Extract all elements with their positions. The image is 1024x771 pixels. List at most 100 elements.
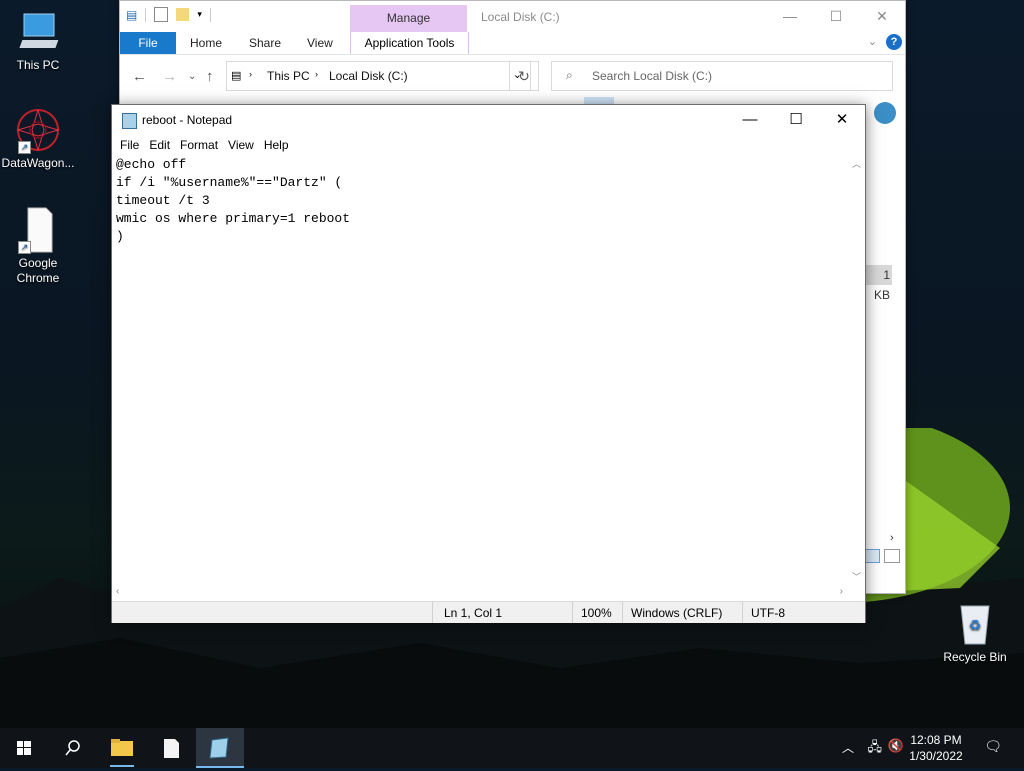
explorer-window-title: Local Disk (C:) — [481, 10, 560, 24]
divider — [209, 7, 211, 22]
refresh-icon[interactable]: ↻ — [509, 61, 539, 91]
menu-edit[interactable]: Edit — [144, 135, 175, 155]
text-line: ) — [116, 229, 124, 244]
horizontal-scrollbar[interactable]: ‹ › — [112, 585, 849, 601]
notepad-window[interactable]: reboot - Notepad — ☐ ✕ File Edit Format … — [111, 104, 866, 623]
file-icon — [164, 739, 179, 758]
up-arrow-icon[interactable]: ↑ — [206, 68, 214, 85]
datawagon-icon: ↗ — [14, 106, 62, 154]
scroll-up-icon[interactable]: ︿ — [852, 157, 861, 170]
explorer-ribbon-tabs: File Home Share View Application Tools ⌄… — [120, 32, 905, 55]
manage-context-tab[interactable]: Manage — [350, 5, 467, 32]
clock-date: 1/30/2022 — [909, 749, 963, 763]
cursor-position: Ln 1, Col 1 — [444, 606, 503, 620]
taskbar-notepad[interactable] — [196, 728, 244, 768]
menu-file[interactable]: File — [115, 135, 144, 155]
tab-share[interactable]: Share — [249, 36, 281, 50]
desktop-icon-recycle-bin[interactable]: ♻ Recycle Bin — [937, 600, 1013, 665]
search-placeholder: Search Local Disk (C:) — [592, 69, 713, 83]
scroll-left-icon[interactable]: ‹ — [116, 586, 119, 597]
back-arrow-icon[interactable]: ← — [132, 68, 147, 85]
search-icon — [65, 740, 80, 756]
close-icon[interactable]: ✕ — [819, 105, 865, 135]
folder-icon — [110, 739, 134, 767]
chevron-right-icon: › — [249, 69, 252, 79]
menu-help[interactable]: Help — [259, 135, 294, 155]
scroll-right-icon[interactable]: › — [890, 532, 894, 544]
search-icon: ⌕ — [566, 68, 573, 82]
volume-muted-icon[interactable]: 🔇 — [888, 738, 904, 754]
breadcrumb-local-disk[interactable]: Local Disk (C:) — [329, 69, 408, 83]
text-line: @echo off — [116, 157, 187, 172]
tab-home[interactable]: Home — [190, 36, 222, 50]
search-input[interactable]: ⌕ Search Local Disk (C:) — [551, 61, 893, 91]
minimize-icon[interactable]: — — [727, 105, 773, 135]
drive-icon: ▤ — [231, 70, 242, 82]
forward-arrow-icon[interactable]: → — [162, 68, 177, 85]
search-button[interactable] — [48, 728, 96, 768]
details-view-icon[interactable] — [864, 549, 880, 563]
notepad-menu-bar: File Edit Format View Help — [112, 135, 865, 155]
zoom-level: 100% — [581, 606, 612, 620]
properties-icon[interactable]: ▤ — [126, 8, 137, 22]
checklist-icon[interactable] — [154, 7, 169, 22]
scroll-right-icon[interactable]: › — [840, 586, 843, 597]
start-button[interactable] — [0, 728, 48, 768]
new-folder-icon[interactable] — [176, 8, 190, 21]
large-icons-view-icon[interactable] — [884, 549, 900, 563]
maximize-icon[interactable]: ☐ — [773, 105, 819, 135]
divider — [432, 602, 433, 623]
expand-ribbon-icon[interactable]: ⌄ — [868, 35, 877, 48]
shortcut-arrow-icon: ↗ — [18, 241, 31, 254]
tab-file[interactable]: File — [120, 32, 176, 54]
status-bar: Ln 1, Col 1 100% Windows (CRLF) UTF-8 — [112, 601, 865, 623]
shortcut-arrow-icon: ↗ — [18, 141, 31, 154]
text-line: timeout /t 3 — [116, 193, 210, 208]
encoding: UTF-8 — [751, 606, 785, 620]
tab-view[interactable]: View — [307, 36, 333, 50]
breadcrumb-this-pc[interactable]: This PC — [267, 69, 310, 83]
windows-logo-icon — [17, 741, 31, 755]
network-icon[interactable]: 🖧 — [868, 738, 883, 760]
vertical-scrollbar[interactable]: ︿ ﹀ — [849, 155, 865, 585]
taskbar-file-explorer[interactable] — [98, 728, 146, 768]
divider — [145, 7, 147, 22]
recycle-bin-icon: ♻ — [951, 600, 999, 648]
desktop-icon-this-pc[interactable]: This PC — [0, 8, 76, 73]
maximize-icon[interactable]: ☐ — [813, 1, 859, 31]
notepad-text-area[interactable]: @echo off if /i "%username%"=="Dartz" ( … — [112, 155, 857, 587]
menu-view[interactable]: View — [223, 135, 259, 155]
notepad-titlebar[interactable]: reboot - Notepad — ☐ ✕ — [112, 105, 865, 135]
desktop-icon-label: Recycle Bin — [943, 650, 1007, 664]
file-icon: ↗ — [14, 206, 62, 254]
desktop-icon-google-chrome[interactable]: ↗ Google Chrome — [0, 206, 76, 286]
network-shell-icon — [874, 102, 896, 124]
explorer-navigation-bar: ← → ⌄ ↑ ▤ › This PC › Local Disk (C:) ⌄ … — [120, 59, 905, 93]
desktop-icon-datawagon[interactable]: ↗ DataWagon... — [0, 106, 76, 171]
notepad-icon — [209, 737, 229, 759]
help-icon[interactable]: ? — [886, 34, 902, 50]
desktop-icon-label: This PC — [16, 58, 60, 72]
notifications-icon[interactable]: 🗨 — [984, 738, 1002, 755]
desktop-icon-label: Google Chrome — [16, 256, 60, 285]
divider — [622, 602, 623, 623]
close-icon[interactable]: ✕ — [859, 1, 905, 31]
divider — [742, 602, 743, 623]
quick-access-toolbar: ▤ ▾ — [126, 7, 211, 22]
scroll-down-icon[interactable]: ﹀ — [852, 570, 861, 583]
address-bar[interactable]: ▤ › This PC › Local Disk (C:) ⌄ — [226, 61, 531, 91]
desktop-icon-label: DataWagon... — [1, 156, 75, 170]
taskbar: ︿ 🖧 🔇 12:08 PM 1/30/2022 🗨 — [0, 728, 1024, 768]
tab-application-tools[interactable]: Application Tools — [350, 32, 469, 54]
show-hidden-icons-icon[interactable]: ︿ — [842, 739, 854, 756]
system-clock[interactable]: 12:08 PM 1/30/2022 — [906, 732, 966, 764]
customize-toolbar-icon[interactable]: ▾ — [197, 9, 202, 20]
line-ending: Windows (CRLF) — [631, 606, 723, 620]
taskbar-blank-file[interactable] — [147, 728, 195, 768]
text-line: wmic os where primary=1 reboot — [116, 211, 351, 226]
menu-format[interactable]: Format — [175, 135, 223, 155]
clock-time: 12:08 PM — [910, 733, 962, 747]
explorer-titlebar[interactable]: ▤ ▾ Manage Local Disk (C:) — ☐ ✕ — [120, 1, 905, 32]
minimize-icon[interactable]: — — [767, 1, 813, 31]
recent-locations-icon[interactable]: ⌄ — [188, 71, 196, 82]
